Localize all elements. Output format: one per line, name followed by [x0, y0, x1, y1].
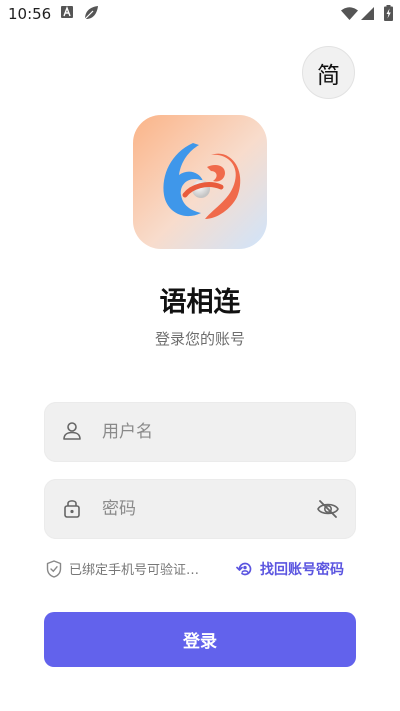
language-toggle-button[interactable]: 简	[302, 46, 355, 99]
forgot-account-password-link[interactable]: 找回账号密码	[236, 559, 344, 579]
lock-icon	[64, 500, 80, 518]
signal-icon	[361, 7, 374, 20]
leaf-icon	[84, 6, 98, 20]
status-bar: 10:56	[0, 0, 400, 28]
eye-off-icon[interactable]	[316, 498, 340, 520]
app-name: 语相连	[159, 287, 241, 318]
shield-check-icon	[46, 559, 62, 578]
notification-a-icon	[61, 6, 73, 18]
consent-row[interactable]: 已绑定手机号可验证…	[46, 559, 199, 578]
user-icon	[63, 422, 81, 440]
battery-charging-icon	[384, 5, 393, 21]
wifi-icon	[341, 7, 358, 20]
login-subtitle: 登录您的账号	[154, 330, 245, 348]
login-screen: 10:56 简 语相连 登录您的账号 用户名 已绑定手机号可验证… 找回账号密码…	[0, 0, 400, 711]
username-input[interactable]	[102, 402, 332, 462]
status-time: 10:56	[8, 5, 52, 23]
username-field[interactable]	[44, 402, 356, 462]
app-logo	[133, 115, 267, 249]
forgot-label: 找回账号密码	[260, 562, 344, 578]
consent-text: 已绑定手机号可验证…	[69, 563, 200, 578]
password-field[interactable]	[44, 479, 356, 539]
login-button[interactable]: 登录	[44, 612, 356, 667]
account-recovery-icon	[236, 562, 252, 576]
password-input[interactable]	[102, 479, 332, 539]
